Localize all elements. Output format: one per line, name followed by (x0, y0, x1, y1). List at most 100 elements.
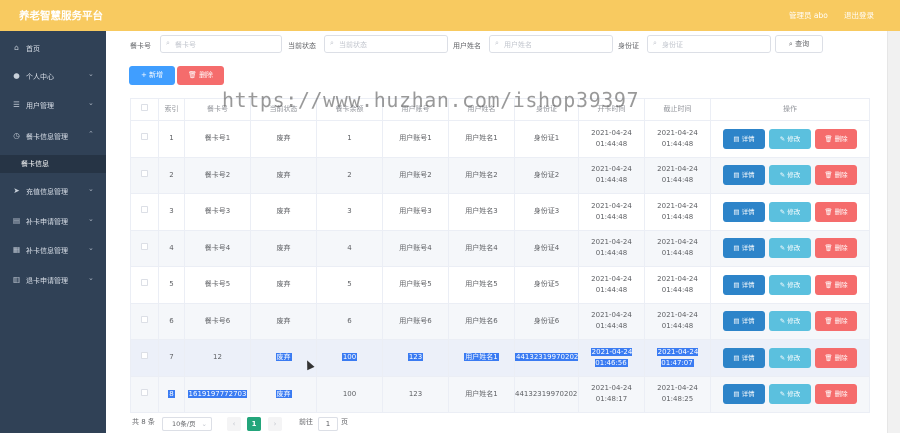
row-checkbox[interactable] (141, 206, 148, 214)
cell-open-text: 2021-04-24 01:44:48 (591, 201, 632, 221)
sidebar-item-8[interactable]: ▥ 退卡申请管理 ⌄ (0, 272, 106, 290)
row-select-cell[interactable] (130, 375, 159, 413)
cell-idx-text: 1 (169, 134, 174, 143)
edit-button[interactable]: ✎ 修改 (769, 311, 811, 332)
detail-button[interactable]: ▤ 详情 (723, 238, 765, 259)
row-select-cell[interactable] (130, 156, 159, 194)
detail-button[interactable]: ▤ 详情 (723, 384, 765, 405)
sidebar-item-5[interactable]: ➤ 充值信息管理 ⌄ (0, 183, 106, 201)
table-row[interactable]: 1 餐卡号1 废弃 1 用户账号1 用户姓名1 身份证1 2021-04-24 01:44:4… (130, 120, 870, 158)
detail-button[interactable]: ▤ 详情 (723, 311, 765, 332)
edit-button[interactable]: ✎ 修改 (769, 384, 811, 405)
next-page-button[interactable]: › (268, 417, 282, 431)
cell-card-text: 餐卡号6 (204, 316, 231, 325)
table-row[interactable]: 5 餐卡号5 废弃 5 用户账号5 用户姓名5 身份证5 2021-04-24 01:44:4… (130, 266, 870, 304)
row-select-cell[interactable] (130, 120, 159, 158)
page-size-select[interactable]: 10条/页 ⌄ (162, 417, 212, 431)
delete-button[interactable]: 🗑 删除 (815, 311, 857, 332)
cell-open: 2021-04-24 01:44:48 (578, 266, 645, 304)
row-checkbox[interactable] (141, 315, 148, 323)
row-checkbox[interactable] (141, 169, 148, 177)
card-no-placeholder: 餐卡号 (175, 41, 196, 49)
page-number-1[interactable]: 1 (247, 417, 261, 431)
delete-button[interactable]: 🗑 删除 (815, 384, 857, 405)
edit-button[interactable]: ✎ 修改 (769, 347, 811, 368)
cell-account: 用户账号2 (382, 156, 449, 194)
cell-id: 身份证1 (514, 120, 579, 158)
cell-balance: 100 (316, 375, 383, 413)
table-row[interactable]: 4 餐卡号4 废弃 4 用户账号4 用户姓名4 身份证4 2021-04-24 01:44:4… (130, 229, 870, 267)
clock-icon: ◷ (13, 131, 20, 140)
row-select-cell[interactable] (130, 339, 159, 377)
doc-icon: ▤ (733, 390, 742, 399)
sidebar-item-4[interactable]: 餐卡信息 (0, 155, 106, 173)
sidebar-item-2[interactable]: ☰ 用户管理 ⌄ (0, 97, 106, 115)
query-button[interactable]: ⌕ 查询 (775, 35, 823, 53)
select-all-checkbox[interactable] (141, 104, 148, 111)
edit-button[interactable]: ✎ 修改 (769, 128, 811, 149)
cell-balance: 6 (316, 302, 383, 340)
cell-balance: 2 (316, 156, 383, 194)
idcard-input[interactable]: ⌕ 身份证 (647, 35, 771, 53)
delete-button[interactable]: 🗑 删除 (815, 165, 857, 186)
sidebar-item-1[interactable]: ● 个人中心 ⌄ (0, 68, 106, 86)
row-checkbox[interactable] (141, 133, 148, 141)
table-row[interactable]: 3 餐卡号3 废弃 3 用户账号3 用户姓名3 身份证3 2021-04-24 01:44:4… (130, 193, 870, 231)
sidebar-item-3[interactable]: ◷ 餐卡信息管理 ⌃ (0, 128, 106, 146)
prev-page-button[interactable]: ‹ (227, 417, 241, 431)
cell-balance: 4 (316, 229, 383, 267)
username-input[interactable]: ⌕ 用户姓名 (489, 35, 613, 53)
sidebar-item-7[interactable]: ▦ 补卡信息管理 ⌄ (0, 242, 106, 260)
delete-button[interactable]: 🗑 删除 (815, 274, 857, 295)
column-header: 操作 (710, 98, 870, 121)
table-row[interactable]: 6 餐卡号6 废弃 6 用户账号6 用户姓名6 身份证6 2021-04-24 01:44:4… (130, 302, 870, 340)
vertical-scrollbar[interactable] (887, 31, 900, 433)
delete-button[interactable]: 🗑 删除 (815, 128, 857, 149)
row-select-cell[interactable] (130, 193, 159, 231)
cell-name-text: 用户姓名4 (465, 243, 498, 252)
delete-button[interactable]: 🗑 删除 (815, 347, 857, 368)
edit-button[interactable]: ✎ 修改 (769, 274, 811, 295)
row-checkbox[interactable] (141, 279, 148, 287)
row-checkbox[interactable] (141, 352, 148, 360)
add-button[interactable]: + 新增 (129, 66, 175, 85)
edit-label: 修改 (787, 207, 801, 216)
goto-page-input[interactable]: 1 (318, 417, 338, 431)
cell-card-text: 1619197772703 (187, 389, 248, 398)
trash-icon: 🗑 (824, 390, 835, 399)
row-select-cell[interactable] (130, 302, 159, 340)
detail-button[interactable]: ▤ 详情 (723, 165, 765, 186)
table-row[interactable]: 7 12 废弃 100 123 用户姓名1 441323199702021452 2021-0… (130, 339, 870, 377)
cell-id-text: 身份证6 (533, 316, 560, 325)
delete-button[interactable]: 🗑 删除 (815, 201, 857, 222)
cell-status-text: 废弃 (276, 316, 291, 325)
row-select-cell[interactable] (130, 229, 159, 267)
select-all-cell[interactable] (130, 98, 159, 121)
edit-button[interactable]: ✎ 修改 (769, 165, 811, 186)
row-select-cell[interactable] (130, 266, 159, 304)
card-no-input[interactable]: ⌕ 餐卡号 (160, 35, 282, 53)
row-checkbox[interactable] (141, 388, 148, 396)
sidebar-item-0[interactable]: ⌂ 首页 (0, 40, 106, 58)
trash-icon: 🗑 (824, 207, 835, 216)
detail-button[interactable]: ▤ 详情 (723, 347, 765, 368)
status-input[interactable]: ⌕ 当前状态 (324, 35, 448, 53)
batch-delete-button[interactable]: 🗑 删除 (177, 66, 224, 85)
cell-card-text: 餐卡号5 (204, 280, 231, 289)
edit-button[interactable]: ✎ 修改 (769, 238, 811, 259)
sidebar-item-label: 餐卡信息管理 (26, 133, 68, 141)
cell-account-text: 123 (407, 353, 424, 362)
table-row[interactable]: 8 1619197772703 废弃 100 123 用户姓名1 4413231997020… (130, 375, 870, 413)
delete-button[interactable]: 🗑 删除 (815, 238, 857, 259)
logout-link[interactable]: 退出登录 (844, 10, 874, 21)
detail-button[interactable]: ▤ 详情 (723, 128, 765, 149)
detail-button[interactable]: ▤ 详情 (723, 274, 765, 295)
row-checkbox[interactable] (141, 242, 148, 250)
sidebar-item-6[interactable]: ▤ 补卡申请管理 ⌄ (0, 213, 106, 231)
cell-actions: ▤ 详情 ✎ 修改 🗑 删除 (710, 229, 870, 267)
cell-account-text: 用户账号5 (399, 280, 432, 289)
sidebar-item-label: 退卡申请管理 (26, 277, 68, 285)
detail-button[interactable]: ▤ 详情 (723, 201, 765, 222)
table-row[interactable]: 2 餐卡号2 废弃 2 用户账号2 用户姓名2 身份证2 2021-04-24 01:44:4… (130, 156, 870, 194)
edit-button[interactable]: ✎ 修改 (769, 201, 811, 222)
